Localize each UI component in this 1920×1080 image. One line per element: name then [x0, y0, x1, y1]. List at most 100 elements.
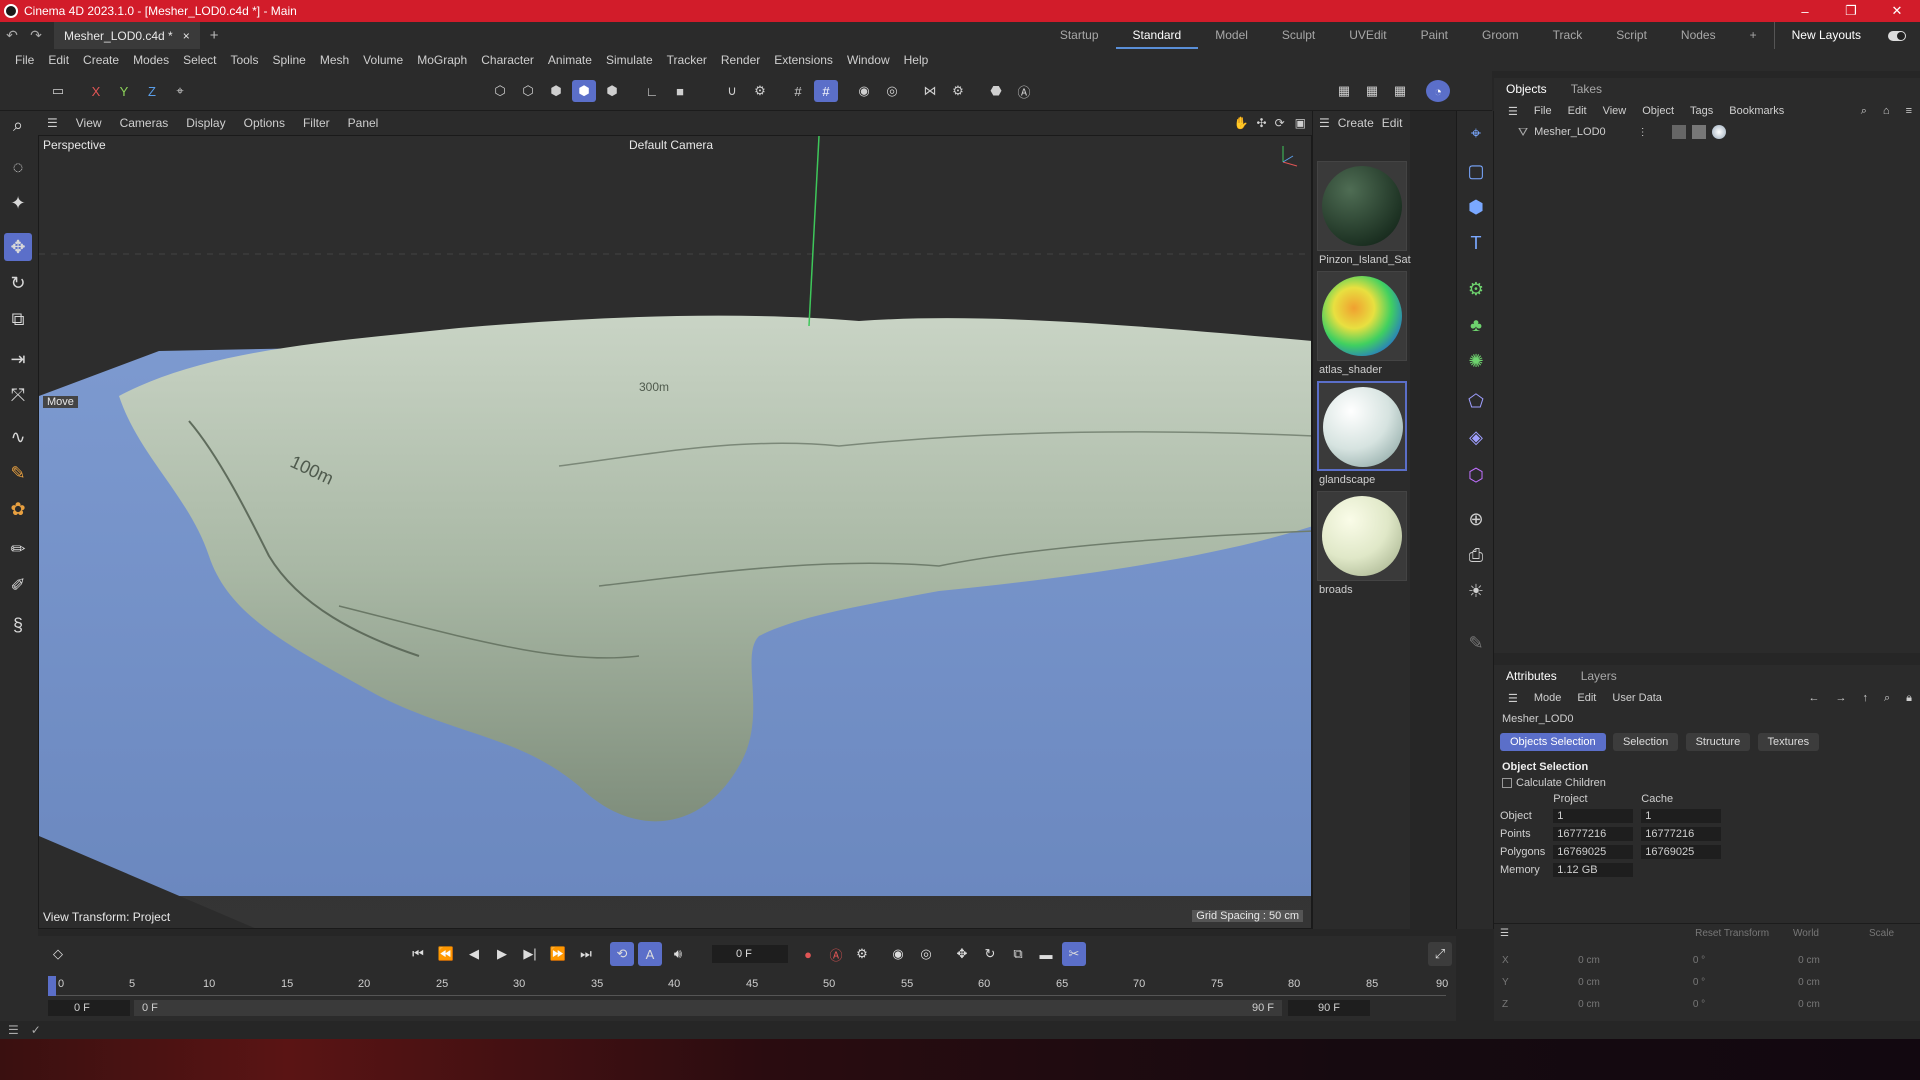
layout-startup[interactable]: Startup: [1043, 22, 1116, 49]
menu-mesh[interactable]: Mesh: [313, 53, 356, 67]
objects-menu-tags[interactable]: Tags: [1682, 105, 1721, 117]
objects-search-icon[interactable]: ⌕: [1853, 105, 1875, 118]
symmetry-icon[interactable]: ◉: [852, 80, 876, 102]
locked-workplane-icon[interactable]: ◎: [880, 80, 904, 102]
lock-icon[interactable]: 🔒︎: [1898, 692, 1920, 705]
zoom-icon[interactable]: ⌕: [4, 111, 32, 139]
position-y-field[interactable]: 0 cm: [1534, 977, 1644, 988]
record-scale-icon[interactable]: ⧉: [1006, 942, 1030, 966]
axis-mode-icon[interactable]: ∟: [640, 80, 664, 102]
motion-system-icon[interactable]: ◉: [886, 942, 910, 966]
objects-menu-object[interactable]: Object: [1634, 105, 1682, 117]
tab-attributes[interactable]: Attributes: [1494, 669, 1569, 683]
text-spline-icon[interactable]: T: [1462, 229, 1490, 257]
position-z-field[interactable]: 0 cm: [1534, 999, 1644, 1010]
menu-volume[interactable]: Volume: [356, 53, 410, 67]
tab-layers[interactable]: Layers: [1569, 669, 1629, 683]
current-frame-field[interactable]: 0 F: [712, 945, 788, 963]
grid-snap-icon[interactable]: #: [814, 80, 838, 102]
previous-key-icon[interactable]: ⏪: [434, 942, 458, 966]
z-axis-lock-icon[interactable]: Z: [140, 80, 164, 102]
environment-icon[interactable]: ⊕: [1462, 505, 1490, 533]
start-frame-field[interactable]: 0 F: [48, 1000, 130, 1016]
go-to-end-icon[interactable]: ⏭: [574, 942, 598, 966]
undo-icon[interactable]: ↶: [0, 27, 24, 44]
x-axis-lock-icon[interactable]: X: [84, 80, 108, 102]
selection-button[interactable]: Selection: [1612, 733, 1679, 751]
cursor-icon[interactable]: ⌖: [1462, 119, 1490, 147]
menu-file[interactable]: File: [8, 53, 41, 67]
viewport-menu-display[interactable]: Display: [177, 116, 234, 130]
previous-frame-icon[interactable]: ◀: [462, 942, 486, 966]
edges-mode-icon[interactable]: ⬡: [516, 80, 540, 102]
playhead[interactable]: [48, 976, 56, 996]
texture-tag-icon[interactable]: [1691, 125, 1706, 139]
menu-create[interactable]: Create: [76, 53, 126, 67]
spline-tool-icon[interactable]: ∿: [4, 423, 32, 451]
cube-icon[interactable]: ▢: [1462, 157, 1490, 185]
record-rotation-icon[interactable]: ↻: [978, 942, 1002, 966]
transfer-tool-icon[interactable]: ⇥: [4, 345, 32, 373]
menu-help[interactable]: Help: [897, 53, 936, 67]
material-hamburger-icon[interactable]: ☰: [1319, 116, 1330, 130]
select-icon[interactable]: ◌: [4, 153, 32, 181]
menu-simulate[interactable]: Simulate: [599, 53, 660, 67]
rotation-z-field[interactable]: 0 °: [1644, 999, 1754, 1010]
knife-tool-icon[interactable]: ✐: [4, 571, 32, 599]
solo-icon[interactable]: ■: [668, 80, 692, 102]
live-selection-icon[interactable]: ✦: [4, 189, 32, 217]
material-menu-create[interactable]: Create: [1338, 116, 1374, 130]
status-hamburger-icon[interactable]: ☰: [8, 1023, 19, 1037]
render-picture-viewer-icon[interactable]: ▦: [1360, 80, 1384, 102]
reset-transform-button[interactable]: Reset Transform: [1695, 928, 1769, 939]
layout-sculpt[interactable]: Sculpt: [1265, 22, 1332, 49]
objects-filter-icon[interactable]: ≡: [1898, 105, 1920, 117]
menu-modes[interactable]: Modes: [126, 53, 176, 67]
menu-window[interactable]: Window: [840, 53, 897, 67]
attributes-menu-userdata[interactable]: User Data: [1604, 692, 1670, 704]
scale-x-field[interactable]: 0 cm: [1754, 955, 1864, 966]
keyframe-icon[interactable]: ◇: [46, 942, 70, 966]
back-arrow-icon[interactable]: ←: [1800, 692, 1827, 704]
scale-z-field[interactable]: 0 cm: [1754, 999, 1864, 1010]
next-key-icon[interactable]: ⏩: [546, 942, 570, 966]
deformer-icon[interactable]: ⬠: [1462, 387, 1490, 415]
position-x-field[interactable]: 0 cm: [1534, 955, 1644, 966]
key-settings-icon[interactable]: ⚙: [850, 942, 874, 966]
maximize-icon[interactable]: ❐: [1828, 0, 1874, 22]
object-row[interactable]: ⛛ Mesher_LOD0 ⋮: [1494, 122, 1920, 142]
rotate-view-icon[interactable]: ⟳: [1271, 116, 1289, 130]
brush-tool-icon[interactable]: ✏: [4, 535, 32, 563]
field-icon[interactable]: ◈: [1462, 423, 1490, 451]
material-swatch[interactable]: [1317, 271, 1407, 361]
cloner-icon[interactable]: ⚙: [1462, 275, 1490, 303]
tag-icon[interactable]: [1671, 125, 1686, 139]
add-layout-icon[interactable]: +: [1733, 22, 1774, 49]
pen-tool-icon[interactable]: ✎: [4, 459, 32, 487]
viewport-hamburger-icon[interactable]: ☰: [38, 116, 67, 130]
viewport-menu-options[interactable]: Options: [235, 116, 294, 130]
object-name[interactable]: Mesher_LOD0: [1534, 126, 1606, 138]
primitive-cube-icon[interactable]: ⬢: [1462, 193, 1490, 221]
points-mode-icon[interactable]: ⬡: [488, 80, 512, 102]
layout-groom[interactable]: Groom: [1465, 22, 1536, 49]
redo-icon[interactable]: ↷: [24, 27, 48, 44]
autokey-icon[interactable]: Ⓐ: [824, 942, 848, 966]
record-pla-icon[interactable]: ✂: [1062, 942, 1086, 966]
loop-icon[interactable]: ⟲: [610, 942, 634, 966]
end-frame-field[interactable]: 90 F: [1288, 1000, 1370, 1016]
go-to-start-icon[interactable]: ⏮: [406, 942, 430, 966]
material-swatch[interactable]: [1317, 161, 1407, 251]
material-swatch[interactable]: [1317, 381, 1407, 471]
light-icon[interactable]: ☀: [1462, 577, 1490, 605]
objects-selection-button[interactable]: Objects Selection: [1500, 733, 1606, 751]
y-axis-lock-icon[interactable]: Y: [112, 80, 136, 102]
render-view-icon[interactable]: ▦: [1332, 80, 1356, 102]
attributes-search-icon[interactable]: ⌕: [1876, 692, 1898, 705]
layout-standard[interactable]: Standard: [1115, 22, 1199, 49]
textures-button[interactable]: Textures: [1757, 733, 1820, 751]
new-layouts-toggle[interactable]: [1888, 30, 1906, 41]
layout-model[interactable]: Model: [1198, 22, 1265, 49]
objects-hamburger-icon[interactable]: ☰: [1500, 105, 1526, 118]
layout-track[interactable]: Track: [1536, 22, 1600, 49]
